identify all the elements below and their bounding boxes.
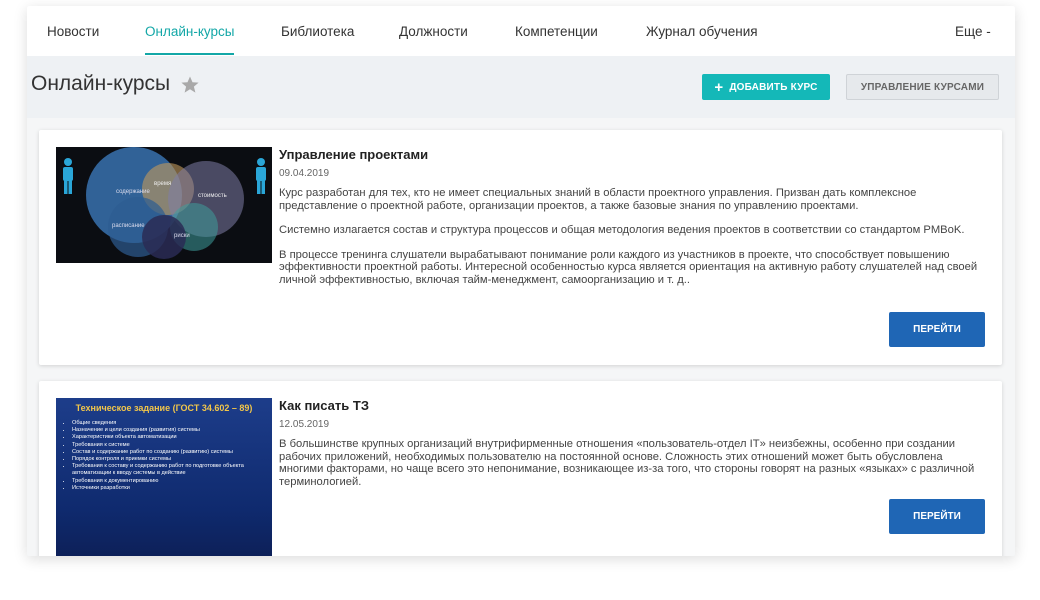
course-date: 12.05.2019 xyxy=(279,419,330,430)
slide-bullet: Требования к документированию xyxy=(72,478,267,485)
slide-bullet: Состав и содержание работ по созданию (р… xyxy=(72,449,267,456)
nav-tab-library[interactable]: Библиотека xyxy=(281,6,354,56)
course-list: содержание время стоимость расписание ри… xyxy=(27,118,1015,556)
slide-bullet: Требования к составу и содержанию работ … xyxy=(72,463,267,477)
description-paragraph: Курс разработан для тех, кто не имеет сп… xyxy=(279,187,917,212)
go-to-course-button[interactable]: ПЕРЕЙТИ xyxy=(889,499,985,534)
slide-bullet: Общие сведения xyxy=(72,420,267,427)
top-nav: Новости Онлайн-курсы Библиотека Должност… xyxy=(27,6,1015,56)
slide-bullet: Характеристики объекта автоматизации xyxy=(72,434,267,441)
slide-bullet: Порядок контроля и приемки системы xyxy=(72,456,267,463)
app-window: Новости Онлайн-курсы Библиотека Должност… xyxy=(27,6,1015,556)
course-thumbnail: Техническое задание (ГОСТ 34.602 – 89) О… xyxy=(56,398,272,556)
star-icon[interactable] xyxy=(180,75,200,95)
description-paragraph: В большинстве крупных организаций внутри… xyxy=(279,438,975,488)
slide-bullet: Источники разработки xyxy=(72,485,267,492)
thumb-label-risks: риски xyxy=(174,233,190,239)
description-paragraph: В процессе тренинга слушатели вырабатыва… xyxy=(279,248,978,286)
add-course-button[interactable]: + ДОБАВИТЬ КУРС xyxy=(702,74,830,100)
course-card: Техническое задание (ГОСТ 34.602 – 89) О… xyxy=(39,381,1002,556)
go-to-course-button[interactable]: ПЕРЕЙТИ xyxy=(889,312,985,347)
description-paragraph: Системно излагается состав и структура п… xyxy=(279,224,965,237)
thumb-label-time: время xyxy=(154,181,171,187)
course-description: Курс разработан для тех, кто не имеет сп… xyxy=(279,187,984,299)
course-title[interactable]: Как писать ТЗ xyxy=(279,398,369,413)
thumb-label-cost: стоимость xyxy=(198,193,227,199)
nav-tab-online-courses[interactable]: Онлайн-курсы xyxy=(145,6,235,56)
slide-bullet: Назначение и цели создания (развития) си… xyxy=(72,427,267,434)
add-course-label: ДОБАВИТЬ КУРС xyxy=(729,81,818,93)
nav-tab-competencies[interactable]: Компетенции xyxy=(515,6,598,56)
plus-icon: + xyxy=(714,78,724,96)
course-thumbnail: содержание время стоимость расписание ри… xyxy=(56,147,272,263)
manage-courses-button[interactable]: УПРАВЛЕНИЕ КУРСАМИ xyxy=(846,74,999,100)
course-card: содержание время стоимость расписание ри… xyxy=(39,130,1002,365)
slide-title: Техническое задание (ГОСТ 34.602 – 89) xyxy=(75,403,253,413)
nav-tab-positions[interactable]: Должности xyxy=(399,6,468,56)
course-date: 09.04.2019 xyxy=(279,168,330,179)
thumb-label-scope: содержание xyxy=(116,189,150,195)
slide-bullet-list: Общие сведения Назначение и цели создани… xyxy=(62,420,267,492)
nav-tab-learning-journal[interactable]: Журнал обучения xyxy=(646,6,758,56)
course-description: В большинстве крупных организаций внутри… xyxy=(279,438,984,500)
slide-bullet: Требования к системе xyxy=(72,442,267,449)
nav-more-menu[interactable]: Еще - xyxy=(955,6,991,56)
nav-tab-news[interactable]: Новости xyxy=(47,6,99,56)
page-title: Онлайн-курсы xyxy=(31,72,171,95)
thumb-label-schedule: расписание xyxy=(112,223,145,229)
course-title[interactable]: Управление проектами xyxy=(279,147,428,162)
